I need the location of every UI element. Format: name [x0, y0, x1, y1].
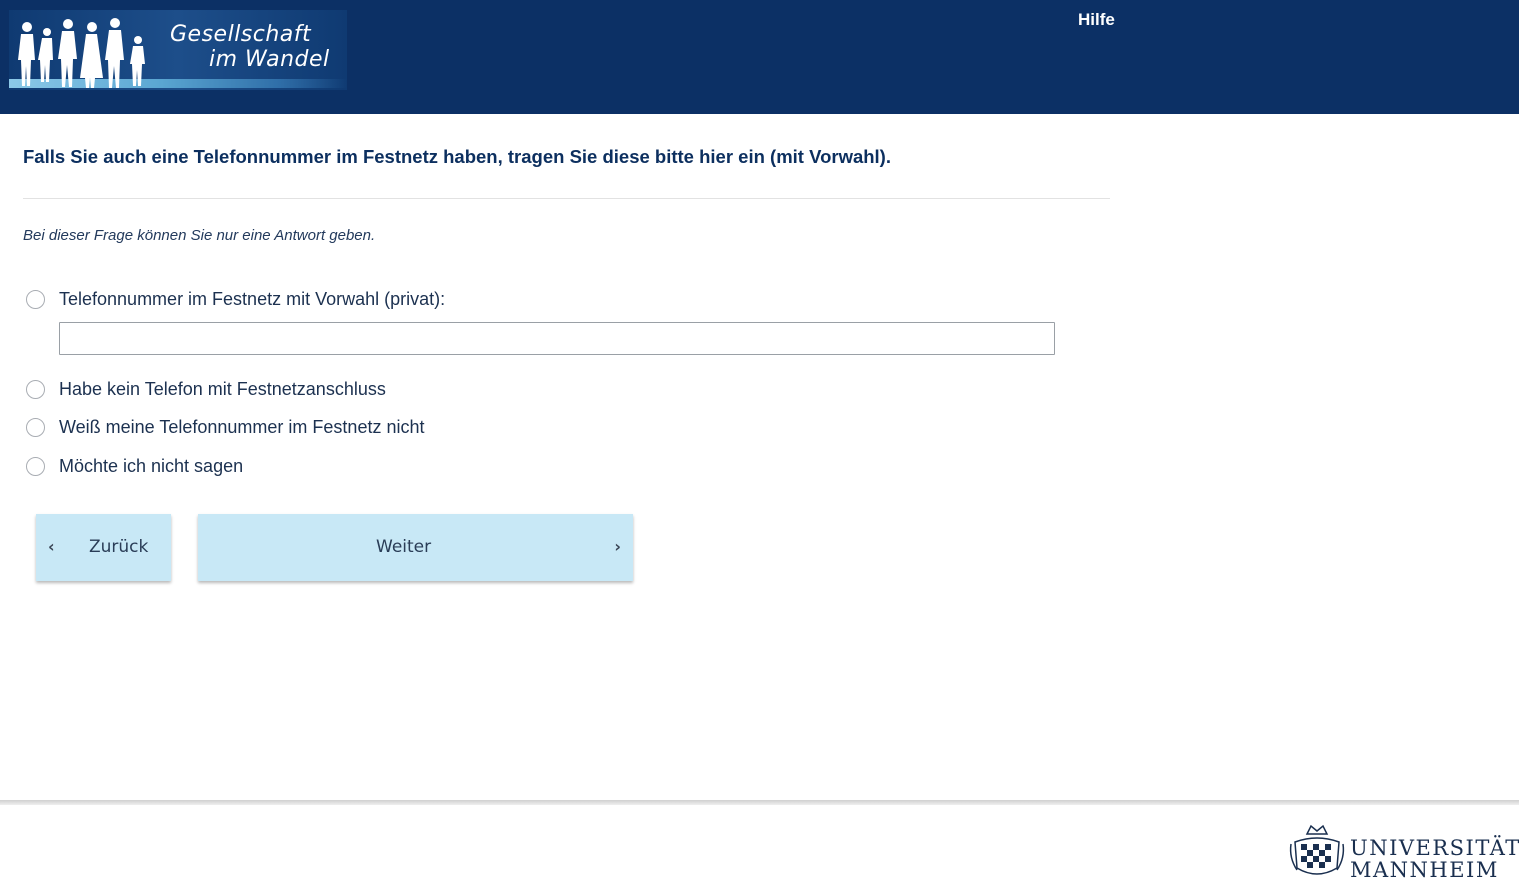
help-link[interactable]: Hilfe	[1078, 10, 1115, 30]
radio-option-label[interactable]: Habe kein Telefon mit Festnetzanschluss	[59, 379, 386, 400]
university-name-line2: MANNHEIM	[1350, 858, 1499, 882]
radio-button[interactable]	[26, 290, 45, 309]
footer-divider	[0, 800, 1519, 805]
back-button-label: Zurück	[89, 537, 149, 557]
radio-button[interactable]	[26, 380, 45, 399]
logo-text-line1: Gesellschaft	[170, 22, 312, 47]
radio-button[interactable]	[26, 418, 45, 437]
divider	[23, 198, 1110, 199]
header-bar: Gesellschaft im Wandel Hilfe	[0, 0, 1519, 114]
question-text: Falls Sie auch eine Telefonnummer im Fes…	[23, 146, 891, 167]
next-button[interactable]: Weiter ›	[198, 514, 633, 581]
gesellschaft-im-wandel-logo[interactable]: Gesellschaft im Wandel	[9, 10, 347, 90]
radio-option-label[interactable]: Möchte ich nicht sagen	[59, 456, 243, 477]
phone-number-input[interactable]	[59, 322, 1055, 355]
logo-text-line2: im Wandel	[209, 47, 330, 72]
university-name-line1: UNIVERSITÄT	[1350, 836, 1519, 860]
answer-instruction: Bei dieser Frage können Sie nur eine Ant…	[23, 227, 376, 244]
radio-option-label[interactable]: Telefonnummer im Festnetz mit Vorwahl (p…	[59, 289, 445, 310]
chevron-left-icon: ‹	[48, 537, 55, 556]
radio-button[interactable]	[26, 457, 45, 476]
back-button[interactable]: ‹ Zurück	[36, 514, 171, 581]
radio-option-label[interactable]: Weiß meine Telefonnummer im Festnetz nic…	[59, 417, 424, 438]
next-button-label: Weiter	[376, 537, 432, 557]
people-silhouettes-icon	[18, 18, 145, 88]
universitaet-mannheim-logo[interactable]: UNIVERSITÄT MANNHEIM	[1287, 820, 1519, 886]
university-crest-icon	[1289, 824, 1345, 875]
chevron-right-icon: ›	[614, 537, 621, 556]
